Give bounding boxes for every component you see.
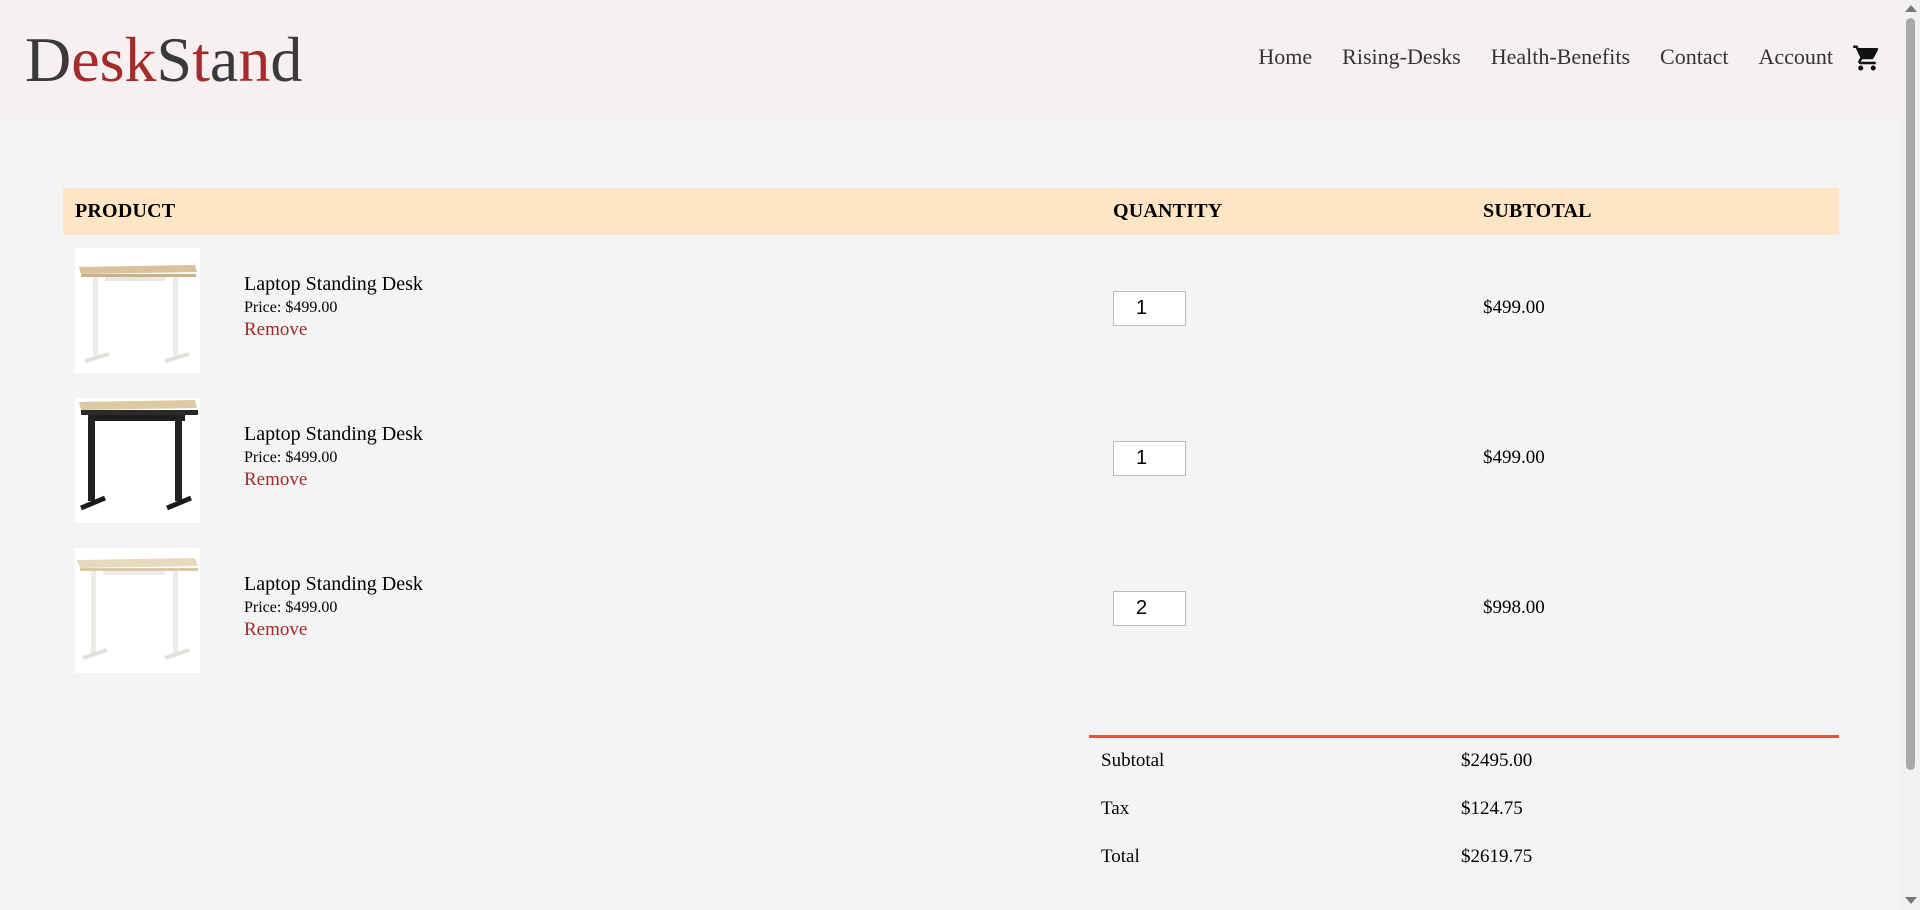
- header-subtotal: SUBTOTAL: [1483, 200, 1592, 222]
- product-name[interactable]: Laptop Standing Desk: [244, 423, 423, 446]
- quantity-input[interactable]: 1: [1113, 291, 1186, 326]
- product-image[interactable]: [75, 248, 200, 373]
- subtotal-value: $2495.00: [1461, 750, 1533, 771]
- site-header: DeskStand Home Rising-Desks Health-Benef…: [0, 0, 1901, 121]
- nav-home[interactable]: Home: [1258, 40, 1312, 74]
- product-name[interactable]: Laptop Standing Desk: [244, 273, 423, 296]
- totals-total-row: Total $2619.75: [1089, 834, 1839, 882]
- scroll-down-arrow-icon[interactable]: [1905, 897, 1917, 904]
- cart-totals: Subtotal $2495.00 Tax $124.75 Total $261…: [1089, 735, 1839, 882]
- table-row: Laptop Standing Desk Price: $499.00 Remo…: [63, 235, 1839, 385]
- totals-tax-row: Tax $124.75: [1089, 786, 1839, 834]
- total-value: $2619.75: [1461, 846, 1533, 867]
- product-price: Price: $499.00: [244, 449, 338, 466]
- row-subtotal: $499.00: [1483, 447, 1545, 468]
- header-quantity: QUANTITY: [1113, 200, 1223, 222]
- product-name[interactable]: Laptop Standing Desk: [244, 573, 423, 596]
- main-nav: Home Rising-Desks Health-Benefits Contac…: [1258, 40, 1833, 74]
- logo-letter: n: [238, 24, 271, 95]
- nav-contact[interactable]: Contact: [1660, 40, 1728, 74]
- nav-account[interactable]: Account: [1758, 40, 1833, 74]
- tax-value: $124.75: [1461, 798, 1523, 819]
- logo-letter: d: [270, 24, 303, 95]
- row-subtotal: $499.00: [1483, 297, 1545, 318]
- scroll-thumb[interactable]: [1906, 18, 1915, 770]
- logo-letter: t: [192, 24, 210, 95]
- subtotal-label: Subtotal: [1101, 750, 1165, 771]
- logo-letter: k: [124, 24, 157, 95]
- vertical-scrollbar[interactable]: [1901, 0, 1920, 910]
- shopping-cart-icon[interactable]: [1852, 43, 1882, 78]
- table-row: Laptop Standing Desk Price: $499.00 Remo…: [63, 535, 1839, 685]
- product-image[interactable]: [75, 548, 200, 673]
- product-image[interactable]: [75, 398, 200, 523]
- product-price: Price: $499.00: [244, 599, 338, 616]
- logo-letter: a: [209, 24, 239, 95]
- nav-health-benefits[interactable]: Health-Benefits: [1491, 40, 1630, 74]
- logo-letter: D: [25, 24, 72, 95]
- product-price: Price: $499.00: [244, 299, 338, 316]
- scroll-up-arrow-icon[interactable]: [1905, 5, 1917, 12]
- quantity-input[interactable]: 1: [1113, 441, 1186, 476]
- nav-rising-desks[interactable]: Rising-Desks: [1342, 40, 1461, 74]
- totals-subtotal-row: Subtotal $2495.00: [1089, 738, 1839, 786]
- total-label: Total: [1101, 846, 1140, 867]
- tax-label: Tax: [1101, 798, 1130, 819]
- table-header: PRODUCT QUANTITY SUBTOTAL: [63, 188, 1839, 235]
- quantity-input[interactable]: 2: [1113, 591, 1186, 626]
- row-subtotal: $998.00: [1483, 597, 1545, 618]
- header-product: PRODUCT: [75, 200, 176, 222]
- cart-table: PRODUCT QUANTITY SUBTOTAL Laptop Standin…: [63, 188, 1839, 685]
- logo-letter: s: [99, 24, 125, 95]
- remove-link[interactable]: Remove: [244, 469, 307, 491]
- table-row: Laptop Standing Desk Price: $499.00 Remo…: [63, 385, 1839, 535]
- logo-letter: e: [71, 24, 100, 95]
- remove-link[interactable]: Remove: [244, 619, 307, 641]
- remove-link[interactable]: Remove: [244, 319, 307, 341]
- logo[interactable]: DeskStand: [25, 22, 302, 98]
- logo-letter: S: [156, 24, 193, 95]
